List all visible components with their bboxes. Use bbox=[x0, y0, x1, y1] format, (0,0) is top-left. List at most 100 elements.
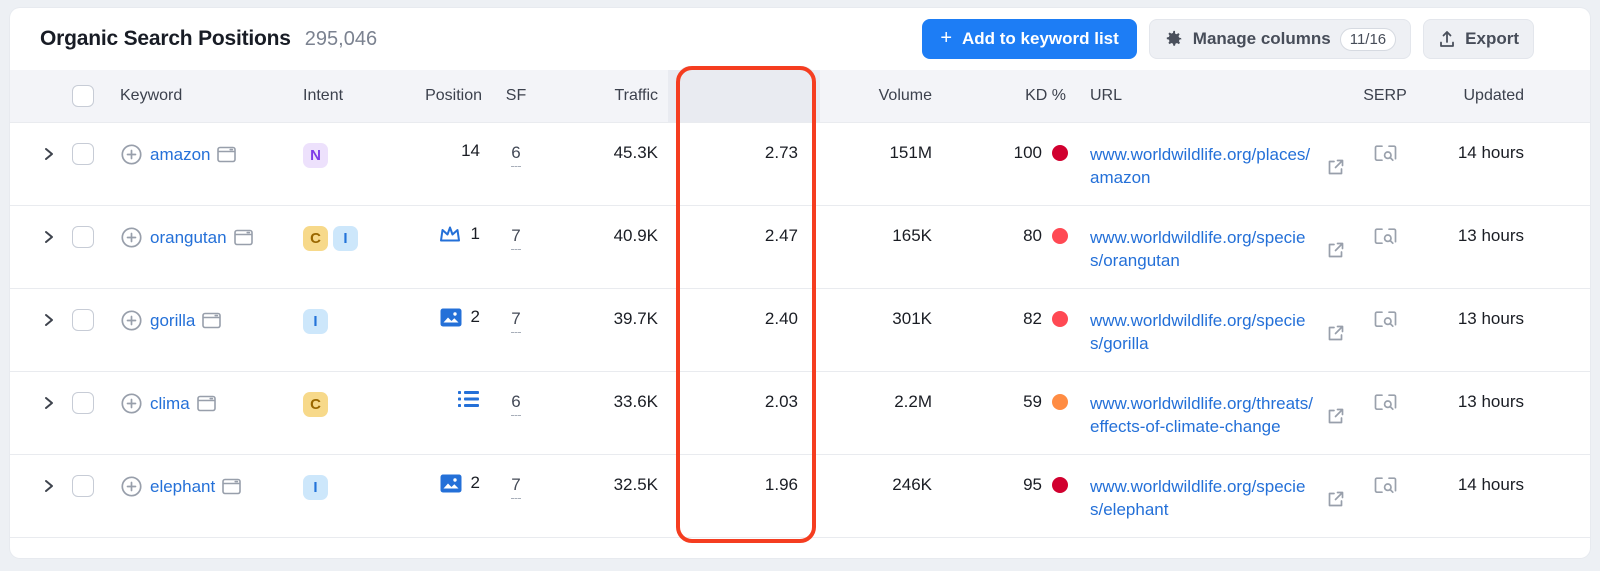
serp-preview-icon[interactable] bbox=[1374, 310, 1397, 330]
column-header-url[interactable]: URL bbox=[1080, 87, 1355, 105]
column-header-serp[interactable]: SERP bbox=[1355, 87, 1415, 105]
row-checkbox[interactable] bbox=[72, 475, 94, 497]
keyword-link[interactable]: orangutan bbox=[150, 228, 227, 248]
keyword-cell: clima bbox=[112, 392, 295, 415]
header-actions: + Add to keyword list Manage columns 11/… bbox=[922, 19, 1534, 59]
table-row: orangutan CI 1 7 40.9K 2.47 165K 80 www.… bbox=[10, 205, 1590, 288]
image-pack-icon bbox=[440, 308, 462, 327]
external-link-icon[interactable] bbox=[1326, 228, 1345, 272]
keyword-cell: orangutan bbox=[112, 226, 295, 249]
intent-cell: I bbox=[295, 475, 385, 500]
chevron-right-icon[interactable] bbox=[42, 395, 56, 411]
chevron-right-icon[interactable] bbox=[42, 146, 56, 162]
chevron-right-icon[interactable] bbox=[42, 478, 56, 494]
row-checkbox[interactable] bbox=[72, 392, 94, 414]
sf-value[interactable]: 6 bbox=[511, 143, 521, 167]
column-header-intent[interactable]: Intent bbox=[295, 87, 385, 105]
updated-cell: 13 hours bbox=[1457, 309, 1524, 328]
volume-cell: 246K bbox=[892, 475, 932, 494]
row-checkbox[interactable] bbox=[72, 226, 94, 248]
traffic-cell: 40.9K bbox=[613, 226, 658, 245]
add-keyword-plus-circle-icon[interactable] bbox=[120, 309, 143, 332]
intent-cell: CI bbox=[295, 226, 385, 251]
column-header-keyword[interactable]: Keyword bbox=[112, 87, 295, 105]
keyword-cell: elephant bbox=[112, 475, 295, 498]
kd-difficulty-dot bbox=[1052, 394, 1068, 410]
keyword-link[interactable]: clima bbox=[150, 394, 190, 414]
url-link[interactable]: www.worldwildlife.org/threats/effects-of… bbox=[1090, 392, 1318, 438]
select-all-checkbox[interactable] bbox=[72, 85, 94, 107]
intent-badge-i: I bbox=[333, 226, 358, 251]
kd-cell: 82 bbox=[942, 309, 1080, 329]
table-header-row: Keyword Intent Position SF Traffic Traff… bbox=[10, 70, 1590, 122]
row-checkbox-cell bbox=[72, 309, 112, 331]
chevron-right-icon[interactable] bbox=[42, 229, 56, 245]
sf-value[interactable]: 7 bbox=[511, 309, 521, 333]
add-keyword-plus-circle-icon[interactable] bbox=[120, 392, 143, 415]
column-header-sf[interactable]: SF bbox=[492, 87, 540, 105]
url-link[interactable]: www.worldwildlife.org/species/elephant bbox=[1090, 475, 1318, 521]
traffic-cell: 45.3K bbox=[613, 143, 658, 162]
keyword-link[interactable]: elephant bbox=[150, 477, 215, 497]
add-keyword-plus-circle-icon[interactable] bbox=[120, 143, 143, 166]
serp-preview-icon[interactable] bbox=[1374, 144, 1397, 164]
external-link-icon[interactable] bbox=[1326, 311, 1345, 355]
expand-row-cell bbox=[42, 226, 72, 245]
column-header-kd[interactable]: KD % bbox=[942, 87, 1080, 105]
serp-features-window-icon[interactable] bbox=[222, 478, 242, 495]
url-link[interactable]: www.worldwildlife.org/places/amazon bbox=[1090, 143, 1318, 189]
sf-value[interactable]: 7 bbox=[511, 475, 521, 499]
column-header-traffic-pct[interactable]: Traffic % bbox=[668, 70, 820, 122]
keyword-link[interactable]: amazon bbox=[150, 145, 210, 165]
serp-features-window-icon[interactable] bbox=[233, 229, 253, 246]
url-cell: www.worldwildlife.org/threats/effects-of… bbox=[1080, 392, 1355, 438]
kd-difficulty-dot bbox=[1052, 477, 1068, 493]
column-header-traffic[interactable]: Traffic bbox=[540, 87, 668, 105]
sf-value[interactable]: 6 bbox=[511, 392, 521, 416]
serp-features-window-icon[interactable] bbox=[202, 312, 222, 329]
add-keyword-plus-circle-icon[interactable] bbox=[120, 475, 143, 498]
columns-count-badge: 11/16 bbox=[1339, 27, 1397, 51]
serp-features-window-icon[interactable] bbox=[217, 146, 237, 163]
column-header-position[interactable]: Position bbox=[385, 87, 492, 105]
kd-value: 100 bbox=[1013, 143, 1042, 162]
intent-badge-i: I bbox=[303, 309, 328, 334]
gear-icon bbox=[1164, 29, 1184, 49]
row-checkbox[interactable] bbox=[72, 143, 94, 165]
serp-preview-icon[interactable] bbox=[1374, 227, 1397, 247]
column-header-updated[interactable]: Updated bbox=[1415, 87, 1534, 105]
add-to-keyword-list-button[interactable]: + Add to keyword list bbox=[922, 19, 1137, 59]
kd-value: 82 bbox=[1023, 309, 1042, 328]
crown-icon bbox=[438, 224, 462, 244]
manage-columns-button[interactable]: Manage columns 11/16 bbox=[1148, 19, 1412, 59]
serp-preview-icon[interactable] bbox=[1374, 393, 1397, 413]
external-link-icon[interactable] bbox=[1326, 477, 1345, 521]
external-link-icon[interactable] bbox=[1326, 394, 1345, 438]
keyword-link[interactable]: gorilla bbox=[150, 311, 195, 331]
serp-features-window-icon[interactable] bbox=[196, 395, 216, 412]
kd-difficulty-dot bbox=[1052, 228, 1068, 244]
kd-value: 95 bbox=[1023, 475, 1042, 494]
chevron-right-icon[interactable] bbox=[42, 312, 56, 328]
kd-value: 80 bbox=[1023, 226, 1042, 245]
export-button[interactable]: Export bbox=[1423, 19, 1534, 59]
updated-cell: 14 hours bbox=[1457, 143, 1524, 162]
column-header-volume[interactable]: Volume bbox=[820, 87, 942, 105]
row-checkbox-cell bbox=[72, 392, 112, 414]
add-keyword-plus-circle-icon[interactable] bbox=[120, 226, 143, 249]
serp-cell bbox=[1355, 226, 1415, 247]
volume-cell: 151M bbox=[889, 143, 932, 162]
url-link[interactable]: www.worldwildlife.org/species/orangutan bbox=[1090, 226, 1318, 272]
sitelinks-list-icon bbox=[458, 390, 480, 408]
kd-cell: 59 bbox=[942, 392, 1080, 412]
url-link[interactable]: www.worldwildlife.org/species/gorilla bbox=[1090, 309, 1318, 355]
external-link-icon[interactable] bbox=[1326, 145, 1345, 189]
serp-preview-icon[interactable] bbox=[1374, 476, 1397, 496]
row-checkbox[interactable] bbox=[72, 309, 94, 331]
sf-value[interactable]: 7 bbox=[511, 226, 521, 250]
kd-cell: 100 bbox=[942, 143, 1080, 163]
traffic-pct-cell: 2.40 bbox=[764, 309, 798, 328]
volume-cell: 301K bbox=[892, 309, 932, 328]
serp-cell bbox=[1355, 309, 1415, 330]
intent-badge-c: C bbox=[303, 226, 328, 251]
